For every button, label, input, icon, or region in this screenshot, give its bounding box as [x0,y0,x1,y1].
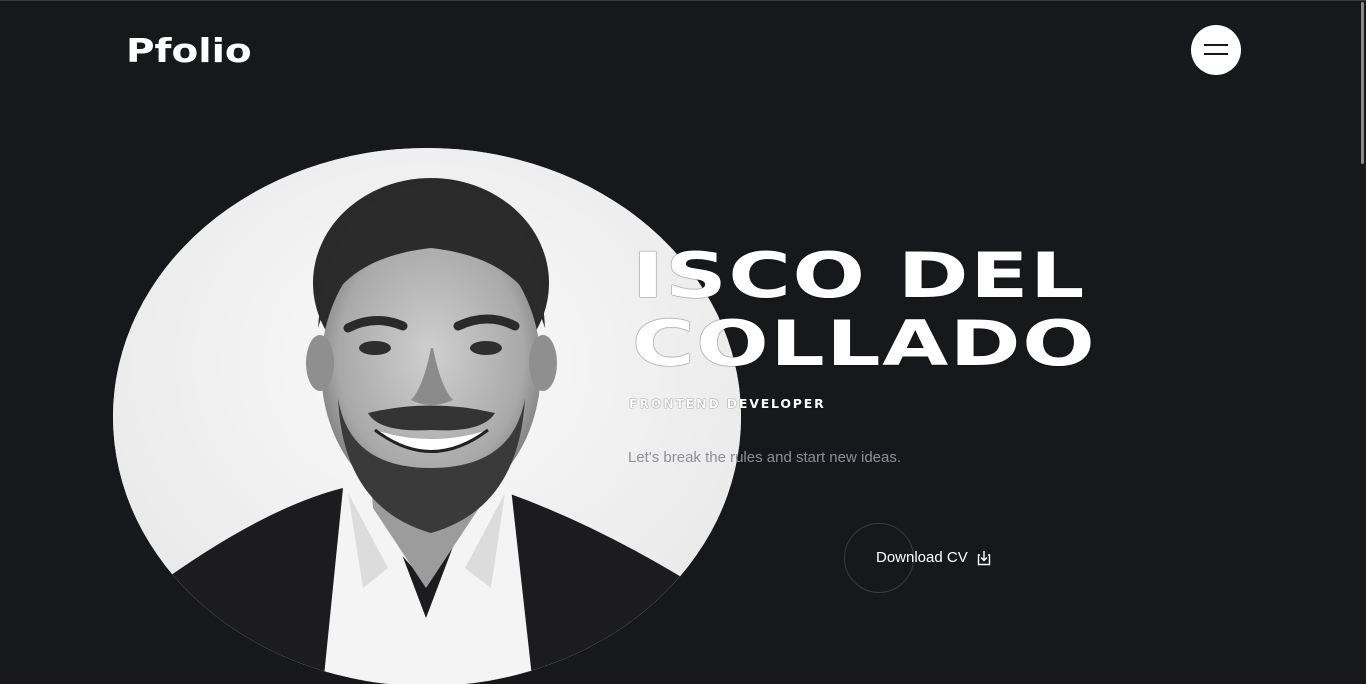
site-logo[interactable]: Pfolio [126,30,252,72]
hero-role: FRONTEND DEVELOPER [629,396,826,411]
hero-name-line-2: COLLADO [632,307,1097,380]
download-cv-label: Download CV [876,549,968,566]
menu-button[interactable] [1191,25,1241,75]
hero-tagline: Let's break the rules and start new idea… [628,449,902,466]
download-icon [977,550,991,566]
top-border [0,0,1366,1]
hero-name-line-1: ISCO DEL [632,239,1086,312]
scrollbar-thumb[interactable] [1361,2,1364,164]
portrait-photo [113,148,741,684]
hero-name: ISCO DEL COLLADO [632,242,1096,378]
